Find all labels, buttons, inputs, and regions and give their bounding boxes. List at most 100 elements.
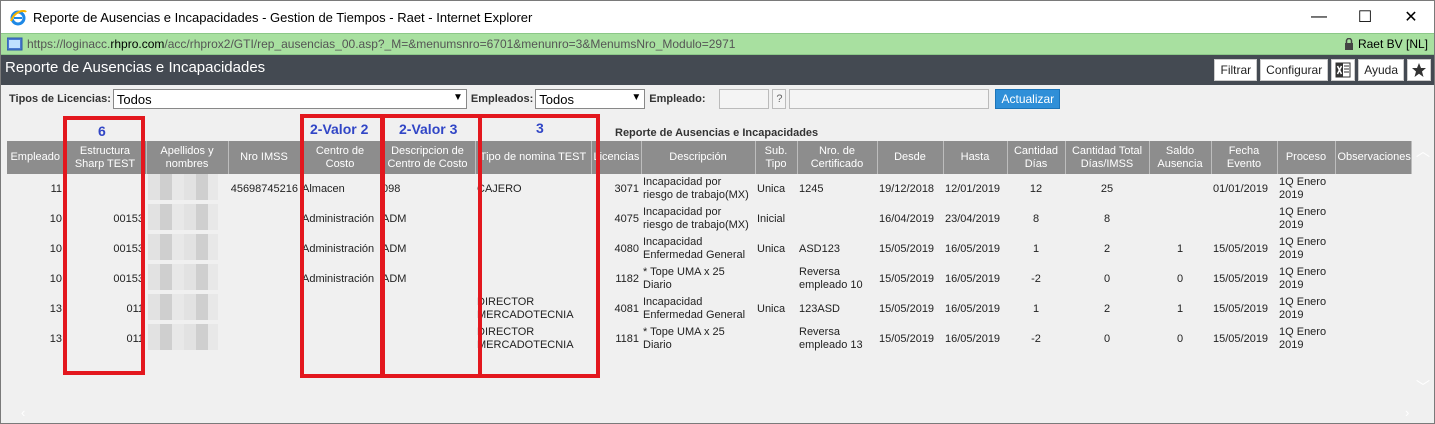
empleado-help-button[interactable]: ? [772, 89, 787, 109]
table-cell: 0 [1103, 272, 1111, 285]
table-cell: 16/05/2019 [945, 302, 1001, 315]
lock-icon [1344, 38, 1353, 50]
table-cell: Reversa empleado 10 [799, 266, 863, 291]
table-cell: 11 [50, 182, 62, 195]
table-cell [1211, 204, 1277, 234]
scroll-left-icon[interactable]: ‹ [21, 405, 25, 420]
table-cell: 01/01/2019 [1213, 182, 1269, 195]
column-header[interactable]: Apellidos y nombres [146, 141, 229, 174]
scroll-up-icon[interactable]: ︿ [1416, 141, 1430, 161]
table-cell [228, 204, 300, 234]
column-header[interactable]: Observaciones [1335, 141, 1412, 174]
table-cell [228, 264, 300, 294]
table-row[interactable]: 13 011 DIRECTOR MERCADOTECNIA 1181 * Tope UM… [7, 324, 1411, 354]
table-cell: Unica [757, 182, 786, 195]
tipos-licencias-select[interactable]: Todos ▼ [112, 89, 467, 109]
table-cell: 15/05/2019 [879, 302, 935, 315]
table-cell [228, 294, 300, 324]
table-cell [146, 294, 228, 324]
table-cell: 10 [49, 212, 62, 225]
column-header[interactable]: Fecha Evento [1211, 141, 1278, 174]
filtrar-button[interactable]: Filtrar [1214, 59, 1258, 81]
ayuda-button[interactable]: Ayuda [1358, 59, 1404, 81]
empleado-label: Empleado: [649, 93, 706, 105]
maximize-button[interactable]: ☐ [1342, 1, 1388, 33]
annotation-6: 6 [98, 123, 106, 139]
table-cell [797, 204, 877, 234]
annotation-2-valor-3: 2-Valor 3 [399, 121, 458, 137]
table-cell: 8 [1032, 212, 1040, 225]
table-cell [1149, 204, 1211, 234]
highlight-box-estructura [63, 116, 145, 375]
table-cell: 15/05/2019 [879, 332, 935, 345]
empleados-select[interactable]: Todos ▼ [535, 89, 646, 109]
table-cell: 19/12/2018 [879, 182, 935, 195]
page-title: Reporte de Ausencias e Incapacidades [5, 58, 266, 76]
table-cell [1335, 264, 1411, 294]
table-row[interactable]: 10 00153 Administración ADM 4080 Incapacidad … [7, 234, 1411, 264]
table-cell: 1Q Enero 2019 [1279, 236, 1327, 261]
chevron-down-icon: ▼ [631, 92, 642, 103]
configurar-button[interactable]: Configurar [1260, 59, 1329, 81]
table-cell: 45698745216 [230, 182, 298, 195]
table-row[interactable]: 11 45698745216 Almacen 098 CAJERO 3071 Incapac… [7, 174, 1411, 204]
table-cell: 0 [1103, 332, 1111, 345]
table-cell: Incapacidad por riesgo de trabajo(MX) [643, 176, 749, 201]
redacted-name [148, 294, 218, 320]
actualizar-button[interactable]: Actualizar [995, 89, 1061, 109]
column-header[interactable]: Sub. Tipo [755, 141, 798, 174]
table-cell: Incapacidad Enfermedad General [643, 236, 746, 261]
table-header-row: Empleado Estructura Sharp TEST Apellidos y… [7, 141, 1412, 174]
table-cell: 1Q Enero 2019 [1279, 176, 1327, 201]
scroll-down-icon[interactable]: ﹀ [1416, 377, 1430, 397]
empleado-name-input[interactable] [789, 89, 990, 109]
certificate-info[interactable]: Raet BV [NL] [1344, 37, 1428, 51]
table-cell: 12 [1029, 182, 1043, 195]
column-header[interactable]: Proceso [1277, 141, 1336, 174]
favorite-button[interactable] [1407, 59, 1431, 81]
address-bar[interactable]: https://loginacc.rhpro.com/acc/rhprox2/G… [1, 33, 1434, 55]
report-grid: Empleado Estructura Sharp TEST Apellidos y… [7, 141, 1412, 354]
internet-explorer-icon [10, 10, 27, 26]
report-table: Empleado Estructura Sharp TEST Apellidos y… [7, 141, 1412, 354]
table-cell [1335, 174, 1411, 204]
empleado-code-input[interactable] [719, 89, 770, 109]
column-header[interactable]: Cantidad Total Días/IMSS [1065, 141, 1150, 174]
table-cell: 15/05/2019 [1213, 302, 1269, 315]
table-row[interactable]: 10 00153 Administración ADM 1182 * Tope UMA x… [7, 264, 1411, 294]
table-cell: 16/05/2019 [945, 272, 1001, 285]
minimize-button[interactable]: — [1296, 1, 1342, 33]
scroll-right-icon[interactable]: › [1405, 405, 1409, 420]
table-row[interactable]: 10 00153 Administración ADM 4075 Incapacidad … [7, 204, 1411, 234]
column-header[interactable]: Cantidad Días [1007, 141, 1066, 174]
table-cell: 1Q Enero 2019 [1279, 206, 1327, 231]
table-cell: * Tope UMA x 25 Diario [643, 266, 725, 291]
column-header[interactable]: Empleado [7, 141, 65, 174]
report-subtitle: Reporte de Ausencias e Incapacidades [615, 127, 819, 139]
table-cell: 10 [49, 272, 62, 285]
redacted-name [148, 234, 218, 260]
table-cell: Unica [757, 242, 786, 255]
table-cell: 12/01/2019 [945, 182, 1001, 195]
column-header[interactable]: Nro. de Certificado [797, 141, 878, 174]
table-cell: -2 [1031, 332, 1041, 345]
address-url[interactable]: https://loginacc.rhpro.com/acc/rhprox2/G… [27, 37, 1344, 51]
app-header: Reporte de Ausencias e Incapacidades Fil… [1, 55, 1434, 85]
column-header[interactable]: Desde [877, 141, 944, 174]
column-header[interactable]: Hasta [943, 141, 1008, 174]
column-header[interactable]: Nro IMSS [228, 141, 301, 174]
table-cell: 8 [1103, 212, 1111, 225]
close-button[interactable]: ✕ [1388, 1, 1434, 33]
table-cell: 1245 [799, 182, 824, 195]
table-cell: ASD123 [799, 242, 840, 255]
column-header[interactable]: Saldo Ausencia [1149, 141, 1212, 174]
table-cell: 15/05/2019 [1213, 242, 1269, 255]
table-cell: 1 [1176, 242, 1184, 255]
table-cell: 15/05/2019 [1213, 272, 1269, 285]
column-header[interactable]: Descripción [641, 141, 756, 174]
table-row[interactable]: 13 011 DIRECTOR MERCADOTECNIA 4081 Incapacid… [7, 294, 1411, 324]
table-cell: 10 [49, 242, 62, 255]
table-cell: Unica [757, 302, 786, 315]
excel-export-button[interactable] [1331, 59, 1356, 81]
url-prefix: https://loginacc. [27, 37, 111, 51]
